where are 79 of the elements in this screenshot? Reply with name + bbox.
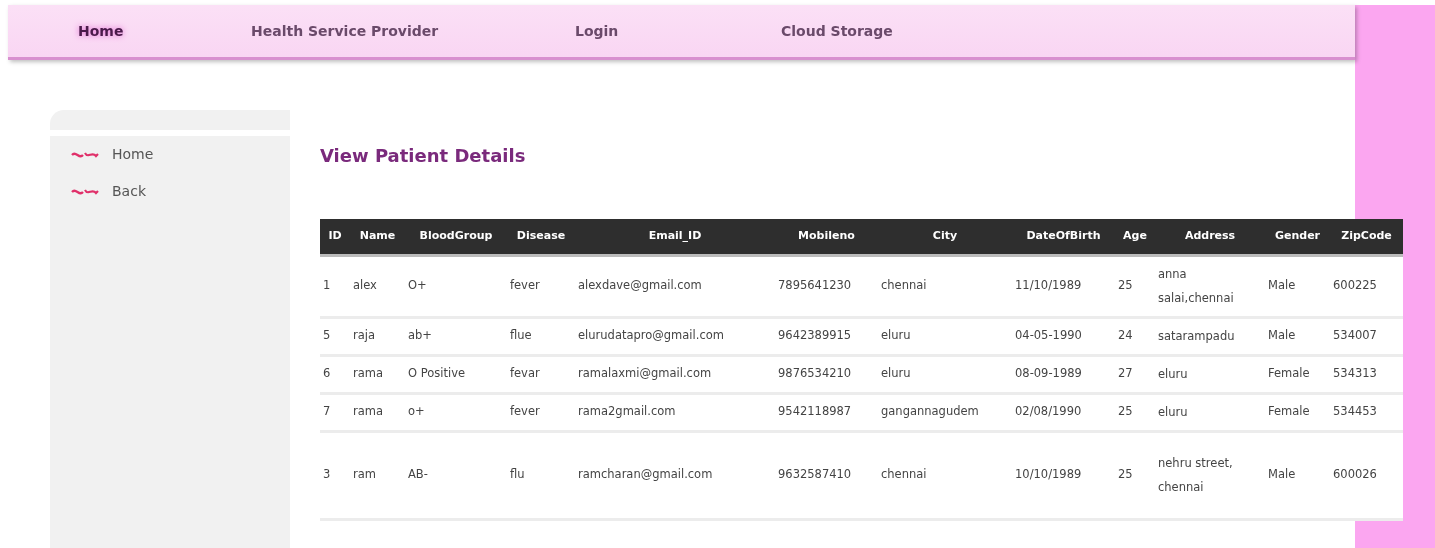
table-cell: gangannagudem — [878, 393, 1012, 431]
table-cell: alexdave@gmail.com — [575, 255, 775, 317]
table-cell: alex — [350, 255, 405, 317]
table-cell: 04-05-1990 — [1012, 317, 1115, 355]
table-cell: AB- — [405, 431, 507, 519]
column-header: Mobileno — [775, 219, 878, 255]
table-cell: ram — [350, 431, 405, 519]
table-cell: 9632587410 — [775, 431, 878, 519]
column-header: BloodGroup — [405, 219, 507, 255]
table-cell: ramcharan@gmail.com — [575, 431, 775, 519]
nav-link[interactable]: Login — [575, 23, 619, 39]
table-cell: fever — [507, 255, 575, 317]
table-cell: nehru street, chennai — [1155, 431, 1265, 519]
table-cell: rama — [350, 355, 405, 393]
nav-link[interactable]: Cloud Storage — [781, 23, 893, 39]
table-cell: 25 — [1115, 431, 1155, 519]
table-cell: flue — [507, 317, 575, 355]
column-header: Name — [350, 219, 405, 255]
table-cell: raja — [350, 317, 405, 355]
table-cell: Male — [1265, 431, 1330, 519]
nav-link[interactable]: Health Service Provider — [251, 23, 439, 39]
table-cell: 24 — [1115, 317, 1155, 355]
table-cell: 25 — [1115, 393, 1155, 431]
table-cell: ab+ — [405, 317, 507, 355]
table-cell: 02/08/1990 — [1012, 393, 1115, 431]
column-header: ID — [320, 219, 350, 255]
table-cell: rama2gmail.com — [575, 393, 775, 431]
table-cell: O Positive — [405, 355, 507, 393]
table-cell: 9876534210 — [775, 355, 878, 393]
table-cell: eluru — [878, 355, 1012, 393]
column-header: Age — [1115, 219, 1155, 255]
column-header: Gender — [1265, 219, 1330, 255]
table-cell: 7 — [320, 393, 350, 431]
table-cell: eluru — [1155, 393, 1265, 431]
page-title: View Patient Details — [320, 144, 527, 168]
table-cell: Female — [1265, 393, 1330, 431]
column-header: Disease — [507, 219, 575, 255]
table-cell: 534007 — [1330, 317, 1403, 355]
column-header: City — [878, 219, 1012, 255]
table-cell: Male — [1265, 317, 1330, 355]
table-cell: 1 — [320, 255, 350, 317]
table-cell: chennai — [878, 431, 1012, 519]
table-cell: 08-09-1989 — [1012, 355, 1115, 393]
table-cell: 6 — [320, 355, 350, 393]
table-cell: rama — [350, 393, 405, 431]
sidebar-link[interactable]: Home — [112, 144, 154, 165]
table-cell: 10/10/1989 — [1012, 431, 1115, 519]
column-header: DateOfBirth — [1012, 219, 1115, 255]
table-cell: 7895641230 — [775, 255, 878, 317]
table-cell: elurudatapro@gmail.com — [575, 317, 775, 355]
table-cell: chennai — [878, 255, 1012, 317]
table-cell: 25 — [1115, 255, 1155, 317]
table-cell: eluru — [878, 317, 1012, 355]
table-cell: fevar — [507, 355, 575, 393]
table-cell: O+ — [405, 255, 507, 317]
column-header: ZipCode — [1330, 219, 1403, 255]
table-cell: Male — [1265, 255, 1330, 317]
column-header: Address — [1155, 219, 1265, 255]
table-cell: 534313 — [1330, 355, 1403, 393]
table-cell: 3 — [320, 431, 350, 519]
table-cell: 11/10/1989 — [1012, 255, 1115, 317]
table-cell: eluru — [1155, 355, 1265, 393]
table-cell: 5 — [320, 317, 350, 355]
table-cell: fever — [507, 393, 575, 431]
table-cell: flu — [507, 431, 575, 519]
nav-link[interactable]: Home — [78, 23, 124, 39]
table-cell: 27 — [1115, 355, 1155, 393]
table-cell: 600026 — [1330, 431, 1403, 519]
table-cell: Female — [1265, 355, 1330, 393]
column-header: Email_ID — [575, 219, 775, 255]
sidebar-link[interactable]: Back — [112, 181, 146, 202]
table-cell: 600225 — [1330, 255, 1403, 317]
table-cell: 534453 — [1330, 393, 1403, 431]
table-cell: anna salai,chennai — [1155, 255, 1265, 317]
table-cell: 9642389915 — [775, 317, 878, 355]
table-cell: satarampadu — [1155, 317, 1265, 355]
table-cell: ramalaxmi@gmail.com — [575, 355, 775, 393]
table-cell: o+ — [405, 393, 507, 431]
table-cell: 9542118987 — [775, 393, 878, 431]
